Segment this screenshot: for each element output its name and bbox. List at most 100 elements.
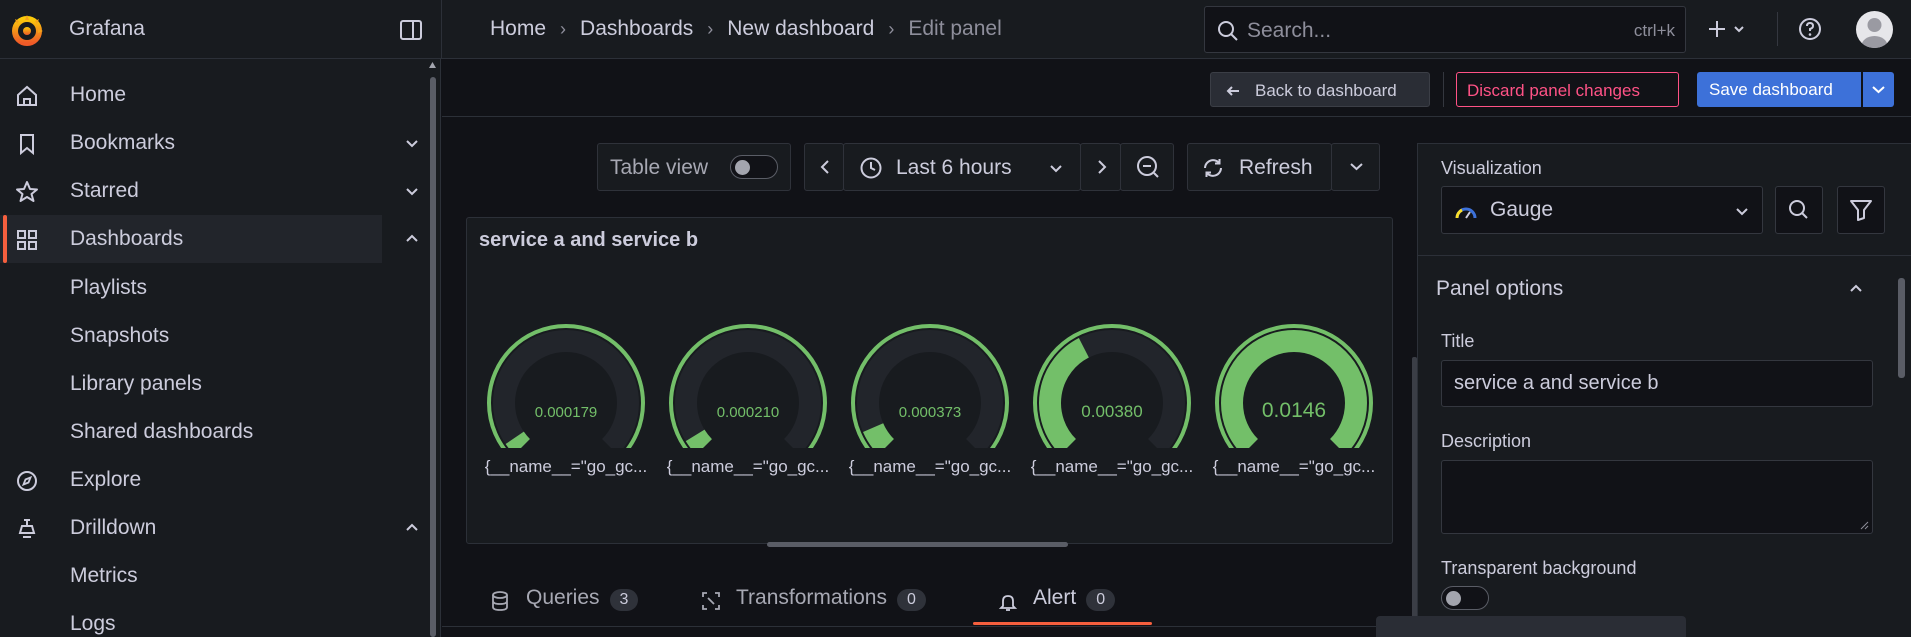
panel-preview[interactable]: service a and service b 0.000179 {__name_… bbox=[466, 217, 1393, 544]
switch-knob bbox=[735, 160, 750, 175]
sidebar-item-home[interactable]: Home bbox=[0, 71, 382, 119]
sidebar-item-shared-dashboards[interactable]: Shared dashboards bbox=[70, 420, 253, 444]
transform-icon bbox=[702, 592, 720, 610]
active-tab-indicator bbox=[973, 622, 1152, 625]
panel-horizontal-scrollbar[interactable] bbox=[767, 542, 1068, 547]
arrow-left-icon bbox=[1226, 86, 1239, 96]
chevron-down-icon bbox=[1050, 165, 1062, 173]
save-options-button[interactable] bbox=[1863, 72, 1894, 107]
search-placeholder: Search... bbox=[1247, 19, 1332, 42]
description-textarea[interactable] bbox=[1441, 460, 1873, 534]
divider bbox=[1417, 255, 1911, 256]
zoom-out-icon bbox=[1137, 156, 1159, 178]
chevron-up-icon[interactable] bbox=[1848, 281, 1864, 297]
table-view-switch[interactable] bbox=[730, 155, 778, 179]
sidebar-item-label: Drilldown bbox=[70, 516, 157, 539]
help-button[interactable] bbox=[1797, 16, 1823, 42]
resize-grip-icon[interactable] bbox=[1859, 520, 1869, 530]
sidebar-item-snapshots[interactable]: Snapshots bbox=[70, 324, 169, 348]
table-view-toggle[interactable]: Table view bbox=[597, 143, 791, 191]
time-range-label: Last 6 hours bbox=[896, 156, 1012, 179]
breadcrumb-edit-panel: Edit panel bbox=[908, 17, 1002, 40]
bookmark-icon bbox=[20, 134, 34, 156]
gauge-value: 0.0146 bbox=[1262, 399, 1326, 422]
breadcrumb-dashboards[interactable]: Dashboards bbox=[580, 17, 693, 41]
sidebar-item-label: Home bbox=[70, 83, 127, 106]
sidebar-item-logs[interactable]: Logs bbox=[70, 612, 116, 636]
apps-icon bbox=[17, 230, 37, 250]
description-field-label: Description bbox=[1441, 431, 1532, 451]
divider bbox=[1443, 72, 1444, 107]
back-to-dashboard-button[interactable]: Back to dashboard bbox=[1210, 72, 1430, 107]
help-icon bbox=[1799, 18, 1821, 40]
refresh-interval-button[interactable] bbox=[1331, 143, 1380, 191]
app-name: Grafana bbox=[69, 17, 145, 40]
sidebar-scrollbar[interactable] bbox=[430, 77, 436, 637]
gauge: 0.0146 {__name__="go_gc... bbox=[1209, 318, 1379, 476]
tab-queries[interactable]: Queries 3 bbox=[489, 586, 639, 626]
chevron-down-icon[interactable] bbox=[404, 183, 420, 199]
breadcrumb-new-dashboard[interactable]: New dashboard bbox=[727, 17, 874, 41]
sidebar-item-label: Bookmarks bbox=[70, 131, 176, 154]
user-icon bbox=[1861, 18, 1888, 48]
refresh-button[interactable]: Refresh bbox=[1187, 143, 1332, 191]
new-button[interactable] bbox=[1706, 14, 1756, 44]
chevron-up-icon[interactable] bbox=[404, 520, 420, 536]
avatar[interactable] bbox=[1856, 11, 1893, 48]
refresh-label: Refresh bbox=[1239, 156, 1313, 179]
breadcrumb-home[interactable]: Home bbox=[490, 17, 546, 41]
chevron-down-icon bbox=[1736, 208, 1748, 216]
search-options-button[interactable] bbox=[1775, 186, 1823, 234]
chevron-down-icon bbox=[1734, 26, 1744, 33]
divider bbox=[1777, 12, 1778, 46]
time-range-back-button[interactable] bbox=[804, 143, 844, 191]
gauge-value: 0.000373 bbox=[899, 404, 962, 421]
transparent-background-label: Transparent background bbox=[1441, 558, 1637, 578]
gauge-track bbox=[493, 330, 639, 448]
sidebar-item-bookmarks[interactable]: Bookmarks bbox=[0, 119, 418, 167]
transparent-background-switch[interactable] bbox=[1441, 586, 1489, 610]
chevron-down-icon bbox=[1872, 86, 1885, 94]
time-range-picker[interactable]: Last 6 hours bbox=[843, 143, 1081, 191]
sidebar-item-explore[interactable]: Explore bbox=[0, 456, 382, 504]
gauge-dial: 0.000373 bbox=[851, 324, 1009, 448]
filter-options-button[interactable] bbox=[1837, 186, 1885, 234]
chevron-down-icon[interactable] bbox=[404, 135, 420, 151]
divider bbox=[442, 626, 1412, 627]
gauge-dial: 0.0146 bbox=[1215, 324, 1373, 448]
sidebar-item-library-panels[interactable]: Library panels bbox=[70, 372, 202, 396]
time-range-forward-button[interactable] bbox=[1080, 143, 1121, 191]
discard-panel-changes-button[interactable]: Discard panel changes bbox=[1456, 72, 1679, 107]
gauge-value-arc bbox=[505, 431, 531, 448]
sidebar-item-dashboards[interactable]: Dashboards bbox=[0, 215, 418, 263]
visualization-label: Visualization bbox=[1441, 158, 1542, 178]
sidebar-item-drilldown[interactable]: Drilldown bbox=[0, 504, 418, 552]
home-icon bbox=[17, 85, 37, 106]
search-input[interactable]: Search... ctrl+k bbox=[1204, 6, 1686, 53]
chevron-up-icon[interactable] bbox=[404, 231, 420, 247]
title-input[interactable] bbox=[1441, 360, 1873, 407]
gauge-series-label: {__name__="go_gc... bbox=[848, 457, 1012, 476]
zoom-out-button[interactable] bbox=[1120, 143, 1174, 191]
visualization-picker[interactable]: Gauge bbox=[1441, 186, 1763, 234]
dock-menu-button[interactable] bbox=[398, 17, 424, 43]
gauge: 0.00380 {__name__="go_gc... bbox=[1027, 318, 1197, 476]
search-shortcut: ctrl+k bbox=[1633, 21, 1675, 40]
sync-icon bbox=[1204, 159, 1222, 177]
grafana-logo-icon[interactable] bbox=[8, 11, 46, 49]
panel-options-section-header[interactable]: Panel options bbox=[1436, 277, 1563, 301]
back-label: Back to dashboard bbox=[1255, 81, 1397, 100]
search-icon bbox=[1218, 21, 1238, 41]
sidebar-item-starred[interactable]: Starred bbox=[0, 167, 418, 215]
tab-transformations[interactable]: Transformations 0 bbox=[700, 586, 926, 626]
search-icon bbox=[1789, 200, 1808, 219]
options-scrollbar[interactable] bbox=[1898, 278, 1905, 378]
sidebar-item-playlists[interactable]: Playlists bbox=[70, 276, 147, 300]
save-dashboard-button[interactable]: Save dashboard bbox=[1697, 72, 1861, 107]
gauge-value-arc bbox=[1221, 330, 1367, 448]
sidebar-item-metrics[interactable]: Metrics bbox=[70, 564, 138, 588]
tab-label: Transformations bbox=[736, 586, 887, 609]
tab-alert[interactable]: Alert 0 bbox=[998, 586, 1116, 626]
gauge: 0.000210 {__name__="go_gc... bbox=[663, 318, 833, 476]
gauge-dial: 0.00380 bbox=[1033, 324, 1191, 448]
